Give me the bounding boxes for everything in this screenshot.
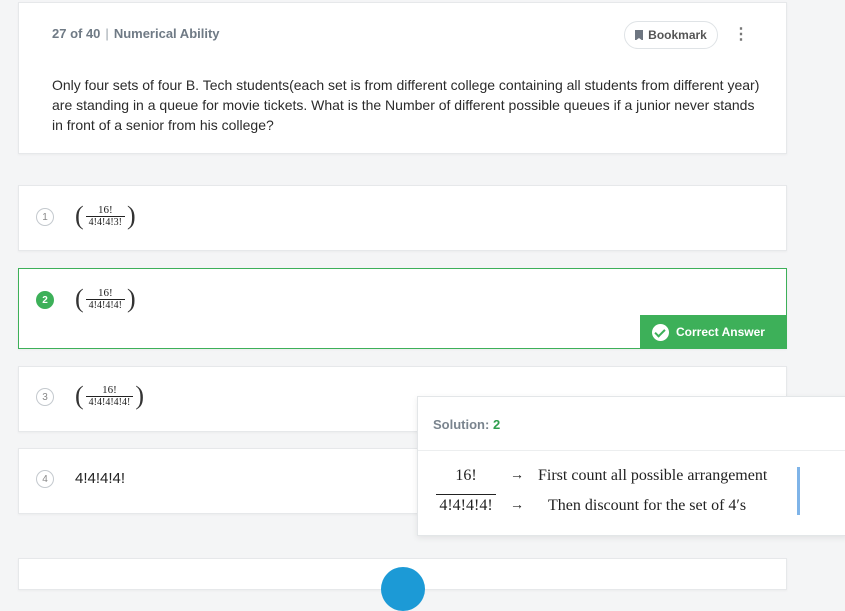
question-text: Only four sets of four B. Tech students(… — [52, 77, 760, 133]
solution-panel: Solution: 2 16! → First count all possib… — [417, 396, 845, 536]
check-icon — [652, 323, 669, 341]
arrow-icon: → — [510, 498, 524, 513]
question-card: 27 of 40 | Numerical Ability Bookmark ⋮ On… — [18, 2, 787, 154]
option-1-expression: ( 16! 4!4!4!3! ) — [75, 203, 136, 229]
correct-answer-badge: Correct Answer — [640, 315, 786, 349]
denominator: 4!4!4!3! — [85, 216, 125, 228]
solution-line-2: Then discount for the set of 4′s — [548, 497, 747, 514]
solution-row-1: 16! → First count all possible arrangeme… — [436, 467, 767, 485]
fraction: 16! 4!4!4!4! — [85, 287, 125, 311]
fraction-bar — [436, 494, 496, 495]
option-2[interactable]: 2 ( 16! 4!4!4!4! ) Correct Answer — [18, 268, 787, 349]
question-category: Numerical Ability — [113, 26, 220, 41]
solution-denominator: 4!4!4!4! — [439, 497, 493, 514]
solution-numerator: 16! — [455, 467, 477, 484]
paren-close: ) — [135, 381, 144, 410]
paren-open: ( — [75, 381, 84, 410]
denominator: 4!4!4!4!4! — [85, 396, 134, 408]
solution-heading: Solution: 2 — [433, 417, 500, 432]
meta-separator: | — [105, 26, 109, 41]
question-position: 27 of 40 — [52, 26, 101, 41]
bookmark-label: Bookmark — [648, 28, 707, 42]
arrow-icon: → — [510, 468, 524, 483]
question-meta: 27 of 40 | Numerical Ability — [52, 26, 220, 41]
option-1[interactable]: 1 ( 16! 4!4!4!3! ) — [18, 185, 787, 251]
solution-scrollbar[interactable] — [797, 467, 800, 515]
option-number-4: 4 — [36, 470, 54, 488]
paren-close: ) — [127, 284, 136, 313]
option-number-3: 3 — [36, 388, 54, 406]
solution-label: Solution: — [433, 417, 490, 432]
solution-explanation: 16! → First count all possible arrangeme… — [436, 467, 802, 517]
option-number-2: 2 — [36, 291, 54, 309]
fraction: 16! 4!4!4!3! — [85, 204, 125, 228]
bookmark-button[interactable]: Bookmark — [624, 21, 718, 49]
correct-answer-label: Correct Answer — [676, 325, 765, 339]
paren-open: ( — [75, 284, 84, 313]
fraction: 16! 4!4!4!4!4! — [85, 384, 134, 408]
option-3-expression: ( 16! 4!4!4!4!4! ) — [75, 383, 144, 409]
solution-value: 2 — [492, 417, 501, 432]
numerator: 16! — [98, 287, 113, 299]
solution-row-2: 4!4!4!4! → Then discount for the set of … — [436, 497, 746, 515]
paren-open: ( — [75, 201, 84, 230]
option-2-expression: ( 16! 4!4!4!4! ) — [75, 286, 136, 312]
numerator: 16! — [98, 204, 113, 216]
bookmark-icon — [635, 30, 644, 41]
option-4-text: 4!4!4!4! — [75, 470, 126, 487]
denominator: 4!4!4!4! — [85, 299, 125, 311]
solution-divider — [418, 450, 845, 451]
paren-close: ) — [127, 201, 136, 230]
option-number-1: 1 — [36, 208, 54, 226]
more-options-icon[interactable]: ⋮ — [733, 27, 750, 43]
numerator: 16! — [102, 384, 117, 396]
solution-line-1: First count all possible arrangement — [538, 467, 768, 484]
